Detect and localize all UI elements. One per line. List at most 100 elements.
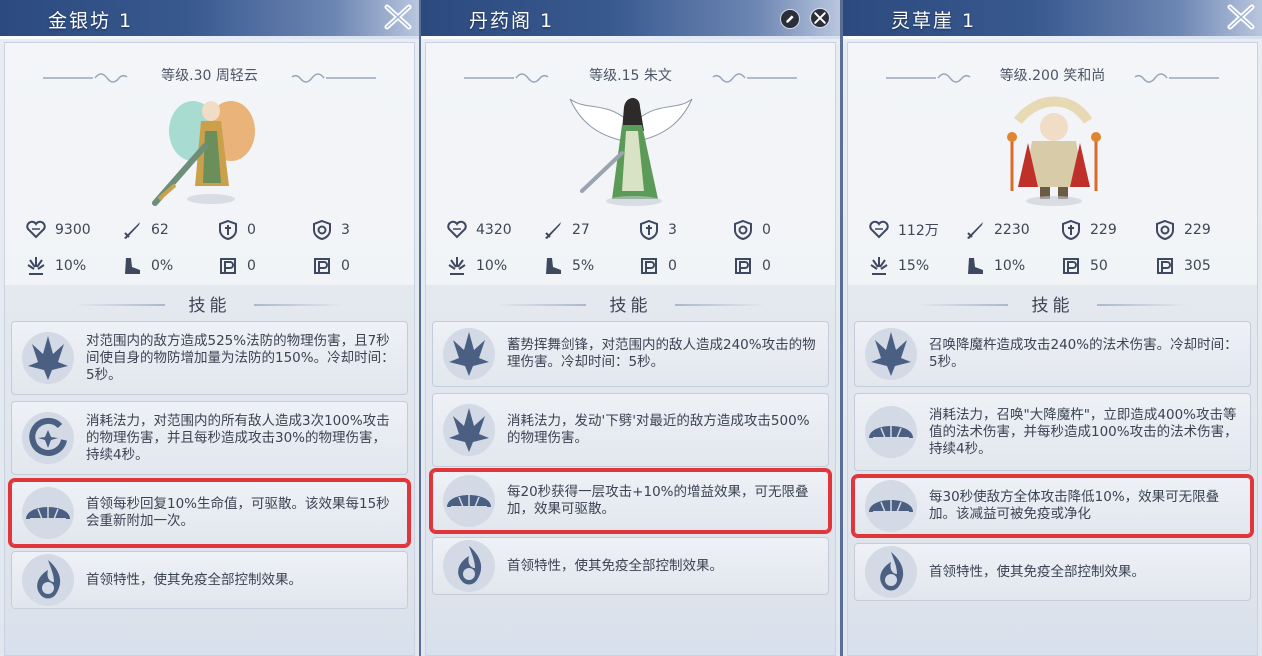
stat-dodge: 0% [121, 255, 173, 277]
penetration-p-icon [641, 258, 657, 274]
stat-attack: 2230 [964, 219, 1030, 241]
stat-physical-defense: 3 [638, 219, 677, 241]
monk-portrait [1006, 96, 1101, 206]
crit-burst-icon [27, 257, 45, 275]
shield-magic-defense-icon [1156, 219, 1174, 241]
heart-hp-icon [447, 220, 467, 239]
skill-description: 首领特性，使其免疫全部控制效果。 [86, 571, 302, 588]
stats-grid: 4320 27 3 0 10% 5% 0 0 [440, 219, 825, 289]
stat-magic-defense: 229 [1154, 219, 1211, 241]
stat-hp: 4320 [446, 219, 512, 241]
skill-card[interactable]: 对范围内的敌方造成525%法防的物理伤害，且7秒间使自身的物防增加量为法防的15… [11, 321, 408, 395]
skill-description: 消耗法力，召唤"大降魔杵"，立即造成400%攻击等值的法术伤害，并每秒造成100… [929, 406, 1238, 457]
stat-resistance: 305 [1154, 255, 1211, 277]
resistance-p-icon [314, 258, 330, 274]
crit-burst-icon [870, 257, 888, 275]
skill-card[interactable]: 消耗法力，召唤"大降魔杵"，立即造成400%攻击等值的法术伤害，并每秒造成100… [854, 393, 1251, 471]
flame-emblem-icon [22, 554, 74, 606]
skill-card[interactable]: 蓄势挥舞剑锋，对范围内的敌人造成240%攻击的物理伤害。冷却时间：5秒。 [432, 321, 829, 387]
title-bar: 金银坊 1 [0, 0, 419, 39]
stat-penetration: 50 [1060, 255, 1108, 277]
stat-dodge-value: 5% [572, 258, 595, 274]
skills-section: 技能 蓄势挥舞剑锋，对范围内的敌人造成240%攻击的物理伤害。冷却时间：5秒。 … [426, 285, 835, 655]
skill-description: 首领特性，使其免疫全部控制效果。 [507, 557, 723, 574]
skill-card[interactable]: 首领特性，使其免疫全部控制效果。 [432, 537, 829, 595]
close-icon[interactable] [808, 6, 832, 30]
skill-description: 首领每秒回复10%生命值，可驱散。该效果每15秒会重新附加一次。 [86, 496, 390, 529]
stat-crit-value: 10% [55, 258, 87, 274]
stat-resistance-value: 0 [341, 258, 350, 274]
stat-hp-value: 4320 [476, 222, 512, 238]
skill-description: 首领特性，使其免疫全部控制效果。 [929, 563, 1145, 580]
heart-hp-icon [26, 220, 46, 239]
skill-card[interactable]: 召唤降魔杵造成攻击240%的法术伤害。冷却时间：5秒。 [854, 321, 1251, 387]
skill-description: 消耗法力，对范围内的所有敌人造成3次100%攻击的物理伤害，并且每秒造成攻击30… [86, 412, 390, 463]
stat-hp: 112万 [868, 219, 939, 241]
stat-crit: 10% [25, 255, 86, 277]
turtle-shell-icon [865, 406, 917, 458]
stat-magic-defense-value: 229 [1184, 222, 1211, 238]
panel-title: 丹药阁 1 [469, 10, 555, 32]
shield-magic-defense-icon [313, 219, 331, 241]
stat-crit: 10% [446, 255, 507, 277]
skill-card-highlighted[interactable]: 首领每秒回复10%生命值，可驱散。该效果每15秒会重新附加一次。 [8, 478, 411, 548]
divider [254, 304, 344, 306]
resistance-p-icon [735, 258, 751, 274]
shield-physical-defense-icon [219, 219, 237, 241]
stat-attack: 27 [542, 219, 590, 241]
stat-magic-defense-value: 0 [762, 222, 771, 238]
skill-card[interactable]: 消耗法力，对范围内的所有敌人造成3次100%攻击的物理伤害，并且每秒造成攻击30… [11, 401, 408, 475]
panel-title: 灵草崖 1 [891, 10, 977, 32]
divider [675, 304, 765, 306]
skills-heading: 技能 [609, 296, 652, 316]
skills-heading: 技能 [188, 296, 231, 316]
stat-penetration-value: 50 [1090, 258, 1108, 274]
stat-crit: 15% [868, 255, 929, 277]
fairy-swordswoman-portrait [151, 101, 255, 206]
stat-penetration-value: 0 [247, 258, 256, 274]
sword-attack-icon [967, 222, 983, 239]
sword-attack-icon [545, 222, 561, 239]
stat-physical-defense: 0 [217, 219, 256, 241]
panel-body: 等级.200 笑和尚 112万 2230 229 229 15% 10% 50 … [847, 42, 1258, 656]
skill-card[interactable]: 消耗法力，发动'下劈'对最近的敌方造成攻击500%的物理伤害。 [432, 393, 829, 467]
close-icon[interactable] [383, 2, 413, 32]
skill-card[interactable]: 首领特性，使其免疫全部控制效果。 [854, 543, 1251, 601]
skills-section: 技能 对范围内的敌方造成525%法防的物理伤害，且7秒间使自身的物防增加量为法防… [5, 285, 414, 655]
boss-panel-2: 灵草崖 1 等级.200 笑和尚 112万 2230 229 229 15% 1… [843, 0, 1262, 656]
stat-attack-value: 62 [151, 222, 169, 238]
heart-hp-icon [869, 220, 889, 239]
dodge-boot-icon [968, 258, 983, 274]
shield-physical-defense-icon [1062, 219, 1080, 241]
skill-card-highlighted[interactable]: 每30秒使敌方全体攻击降低10%，效果可无限叠加。该减益可被免疫或净化 [851, 474, 1254, 538]
stat-penetration: 0 [217, 255, 256, 277]
pencil-icon[interactable] [780, 9, 800, 29]
title-bar: 灵草崖 1 [843, 0, 1262, 39]
stat-dodge: 5% [542, 255, 594, 277]
skills-section: 技能 召唤降魔杵造成攻击240%的法术伤害。冷却时间：5秒。 消耗法力，召唤"大… [848, 285, 1257, 655]
divider [1097, 304, 1187, 306]
skill-description: 消耗法力，发动'下劈'对最近的敌方造成攻击500%的物理伤害。 [507, 413, 810, 446]
panel-body: 等级.30 周轻云 9300 62 0 3 10% 0% 0 0 技能 对范围内… [4, 42, 415, 656]
skill-card-highlighted[interactable]: 每20秒获得一层攻击+10%的增益效果，可无限叠加，效果可驱散。 [429, 468, 832, 534]
stat-resistance: 0 [311, 255, 350, 277]
skill-card[interactable]: 首领特性，使其免疫全部控制效果。 [11, 551, 408, 609]
stat-dodge: 10% [964, 255, 1025, 277]
skills-heading: 技能 [1031, 296, 1074, 316]
penetration-p-icon [220, 258, 236, 274]
turtle-shell-icon [865, 480, 917, 532]
swirl-crest-icon [22, 412, 74, 464]
stat-penetration-value: 0 [668, 258, 677, 274]
skill-description: 对范围内的敌方造成525%法防的物理伤害，且7秒间使自身的物防增加量为法防的15… [86, 332, 395, 383]
stats-grid: 9300 62 0 3 10% 0% 0 0 [19, 219, 404, 289]
stat-hp-value: 112万 [898, 223, 939, 239]
turtle-shell-icon [443, 475, 495, 527]
stat-physical-defense-value: 229 [1090, 222, 1117, 238]
stat-resistance: 0 [732, 255, 771, 277]
skill-description: 每30秒使敌方全体攻击降低10%，效果可无限叠加。该减益可被免疫或净化 [929, 489, 1220, 522]
stat-magic-defense: 0 [732, 219, 771, 241]
bottom-fade [426, 595, 835, 655]
stat-dodge-value: 0% [151, 258, 174, 274]
stat-dodge-value: 10% [994, 258, 1026, 274]
close-icon[interactable] [1226, 2, 1256, 32]
